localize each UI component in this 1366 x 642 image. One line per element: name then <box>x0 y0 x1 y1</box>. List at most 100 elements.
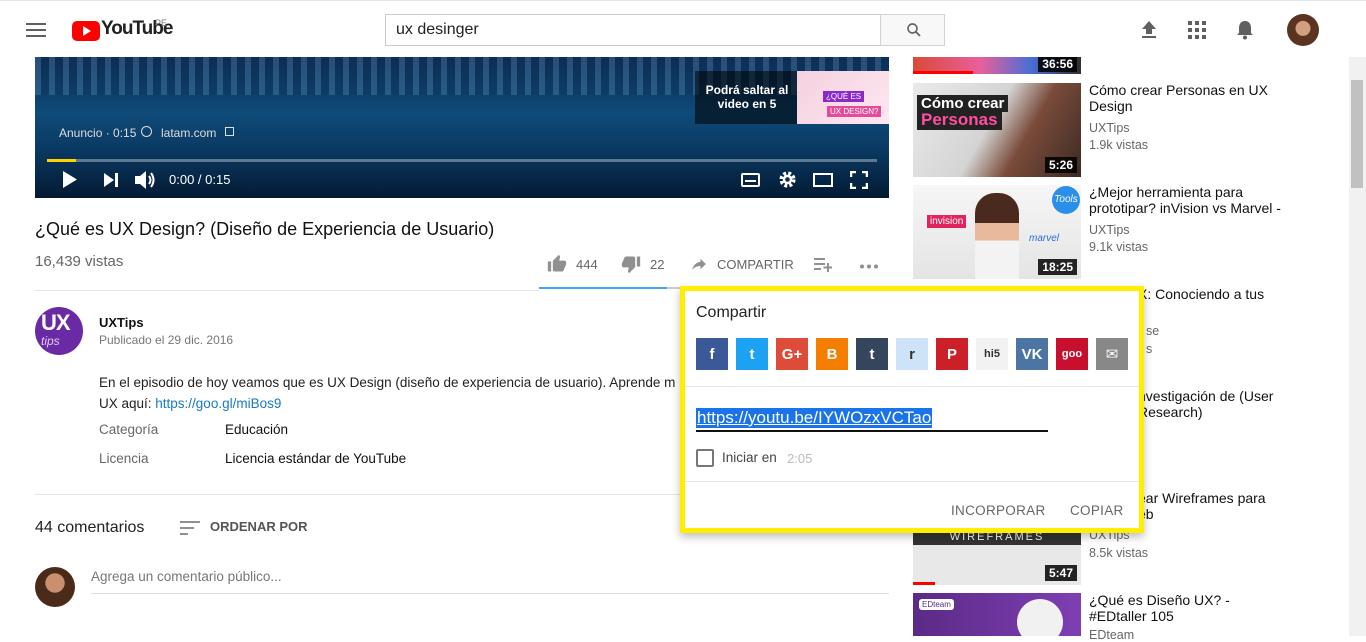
related-video-thumbnail[interactable]: invision marvel Tools 18:25 <box>913 185 1081 279</box>
copy-button[interactable]: COPIAR <box>1070 503 1124 518</box>
share-goo-icon[interactable]: goo <box>1056 338 1088 370</box>
share-url-input[interactable]: https://youtu.be/IYWOzxVCTao <box>696 408 933 428</box>
description-link[interactable]: https://goo.gl/miBos9 <box>155 396 281 411</box>
license-label: Licencia <box>99 451 149 466</box>
share-twitter-icon[interactable]: t <box>736 338 768 370</box>
channel-avatar[interactable]: UX tips <box>35 307 83 355</box>
share-label: COMPARTIR <box>717 257 794 272</box>
sentiment-bar-likes <box>539 287 667 289</box>
account-avatar[interactable] <box>1287 14 1319 46</box>
start-at-checkbox[interactable] <box>696 449 714 467</box>
share-pinterest-icon[interactable]: P <box>936 338 968 370</box>
comment-input-underline <box>91 593 889 594</box>
settings-gear-icon[interactable] <box>778 170 797 189</box>
person-image <box>1017 599 1063 636</box>
comments-count: 44 comentarios <box>35 519 145 536</box>
dislike-count: 22 <box>650 257 665 272</box>
skip-thumb-tag1: ¿QUÉ ES <box>823 91 865 102</box>
start-at-time[interactable]: 2:05 <box>787 451 812 466</box>
page-scrollbar-thumb[interactable] <box>1351 80 1363 188</box>
related-video-title[interactable]: nvestigación de (User Research) <box>1138 388 1278 420</box>
related-video-views: 8.5k vistas <box>1089 546 1149 560</box>
share-hi5-icon[interactable]: hi5 <box>976 338 1008 370</box>
related-video-title[interactable]: ear Wireframes para eb <box>1138 490 1278 522</box>
share-email-icon[interactable]: ✉ <box>1096 338 1128 370</box>
dislike-button[interactable]: 22 <box>621 254 671 276</box>
fullscreen-icon[interactable] <box>850 171 868 189</box>
thumb-caption-1: invision <box>927 215 967 228</box>
description-prefix: UX aquí: <box>99 396 156 411</box>
subtitles-icon[interactable] <box>741 173 760 187</box>
share-vk-icon[interactable]: VK <box>1016 338 1048 370</box>
start-at-label: Iniciar en <box>722 450 777 465</box>
ad-label: Anuncio · 0:15 <box>59 126 137 140</box>
person-image <box>975 193 1019 279</box>
share-url-underline <box>696 430 1048 432</box>
skip-ad-text: Podrá saltar al video en 5 <box>705 83 789 111</box>
share-reddit-icon[interactable]: r <box>896 338 928 370</box>
comment-input[interactable]: Agrega un comentario público... <box>91 569 282 584</box>
video-duration: 36:56 <box>1038 57 1077 72</box>
search-button[interactable] <box>880 14 945 46</box>
video-player[interactable]: Anuncio · 0:15 latam.com Podrá saltar al… <box>35 57 889 198</box>
published-date: Publicado el 29 dic. 2016 <box>99 333 234 347</box>
related-video-title[interactable]: X: Conociendo a tus <box>1138 286 1338 302</box>
share-button[interactable]: COMPARTIR <box>689 254 794 276</box>
add-to-playlist-icon[interactable] <box>814 257 832 273</box>
volume-icon[interactable] <box>135 170 157 190</box>
external-link-icon[interactable] <box>225 127 234 136</box>
progress-bar[interactable] <box>47 159 877 162</box>
next-icon[interactable] <box>104 173 118 187</box>
hamburger-menu-icon[interactable] <box>26 22 46 38</box>
country-code: PE <box>155 18 168 28</box>
play-icon[interactable] <box>63 171 77 188</box>
share-facebook-icon[interactable]: f <box>696 338 728 370</box>
search-input[interactable]: ux desinger <box>385 14 881 46</box>
related-video-title[interactable]: Cómo crear Personas en UX Design <box>1089 82 1289 114</box>
related-video-thumbnail[interactable]: 36:56 <box>913 57 1081 74</box>
search-input-value: ux desinger <box>396 21 479 38</box>
video-title: ¿Qué es UX Design? (Diseño de Experienci… <box>35 219 495 239</box>
related-video-views: s <box>1146 342 1153 356</box>
share-divider <box>685 386 1139 387</box>
category-value[interactable]: Educación <box>225 422 288 437</box>
more-actions-icon[interactable] <box>860 264 878 269</box>
thumb-caption-2: Personas <box>917 110 1002 130</box>
related-video-channel[interactable]: UXTips <box>1089 121 1130 135</box>
share-tumblr-icon[interactable]: t <box>856 338 888 370</box>
youtube-logo-icon[interactable] <box>72 21 100 41</box>
related-video-channel[interactable]: UXTips <box>1089 223 1130 237</box>
skip-ad-box[interactable]: Podrá saltar al video en 5 ¿QUÉ ES UX DE… <box>695 71 889 124</box>
watched-progress <box>913 71 973 74</box>
video-duration: 5:47 <box>1044 565 1077 581</box>
apps-grid-icon[interactable] <box>1188 21 1206 39</box>
skip-thumb-tag2: UX DESIGN? <box>827 106 882 117</box>
share-blogger-icon[interactable]: B <box>816 338 848 370</box>
sort-icon[interactable] <box>180 521 200 535</box>
related-video-views: 9.1k vistas <box>1089 240 1149 254</box>
watched-progress <box>913 582 935 585</box>
sort-by-button[interactable]: ORDENAR POR <box>210 519 308 534</box>
view-count: 16,439 vistas <box>35 253 124 270</box>
related-video-title[interactable]: ¿Qué es Diseño UX? - #EDtaller 105 <box>1089 592 1289 624</box>
info-divider <box>35 290 539 291</box>
related-video-channel[interactable]: se <box>1146 324 1159 338</box>
video-duration: 18:25 <box>1038 259 1077 275</box>
notifications-bell-icon[interactable] <box>1236 20 1254 40</box>
like-button[interactable]: 444 <box>547 254 602 276</box>
thumb-caption-1: EDteam <box>919 599 954 610</box>
ad-link[interactable]: latam.com <box>161 126 216 140</box>
info-icon[interactable] <box>141 126 152 137</box>
share-google--icon[interactable]: G+ <box>776 338 808 370</box>
related-video-channel[interactable]: EDteam <box>1089 628 1134 642</box>
share-footer-divider <box>685 481 1139 482</box>
like-count: 444 <box>576 257 598 272</box>
theater-mode-icon[interactable] <box>813 173 833 187</box>
related-video-thumbnail[interactable]: EDteam <box>913 593 1081 636</box>
channel-avatar-ux: UX <box>41 310 71 335</box>
channel-name[interactable]: UXTips <box>99 315 144 330</box>
related-video-thumbnail[interactable]: Cómo crear Personas 5:26 <box>913 83 1081 177</box>
upload-icon[interactable] <box>1140 20 1158 40</box>
embed-button[interactable]: INCORPORAR <box>951 503 1046 518</box>
related-video-title[interactable]: ¿Mejor herramienta para prototipar? inVi… <box>1089 184 1289 216</box>
